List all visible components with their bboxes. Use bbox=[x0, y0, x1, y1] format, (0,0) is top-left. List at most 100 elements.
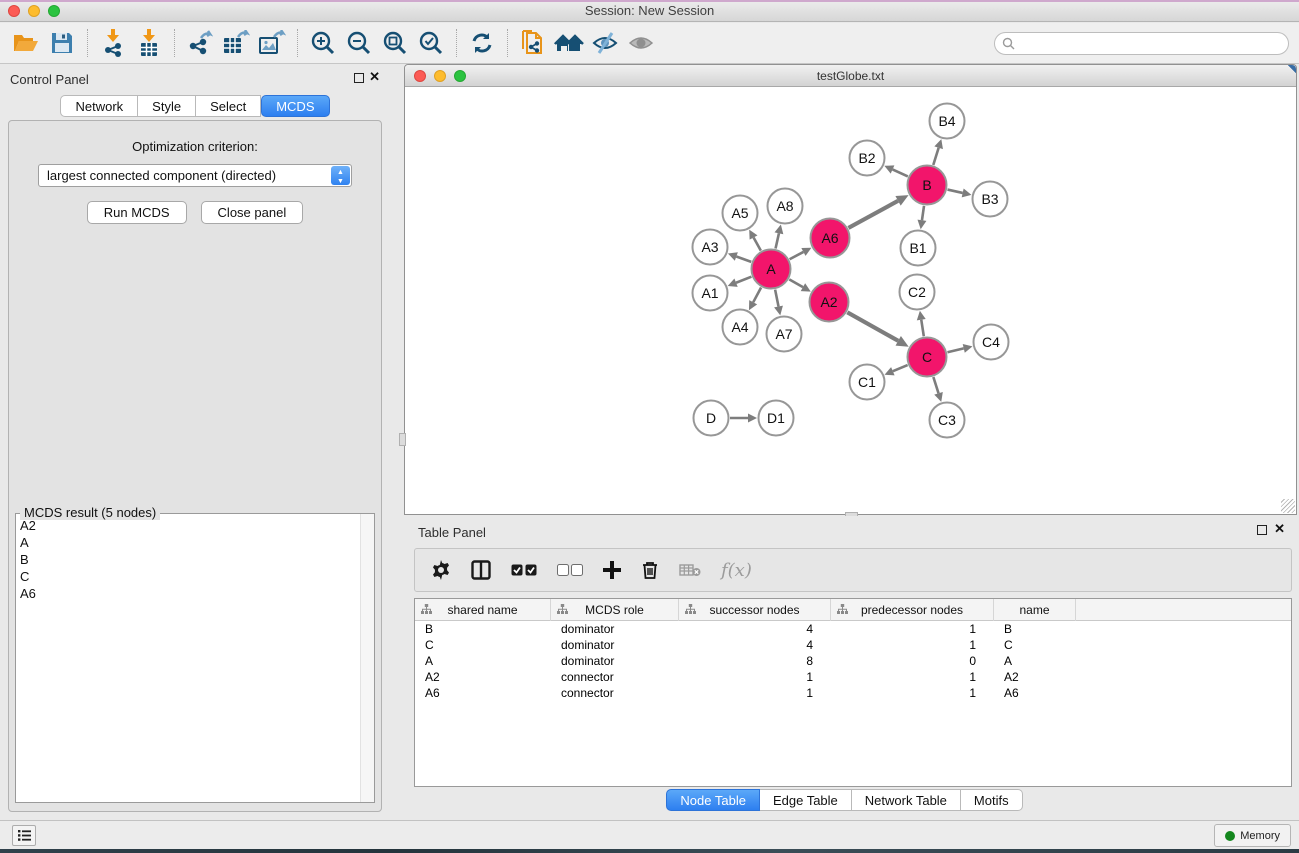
tab-mcds[interactable]: MCDS bbox=[261, 95, 329, 117]
mcds-result-item[interactable]: A6 bbox=[16, 585, 360, 602]
search-icon bbox=[1002, 37, 1015, 50]
graph-edge[interactable] bbox=[789, 279, 803, 287]
memory-button[interactable]: Memory bbox=[1214, 824, 1291, 847]
graph-edge[interactable] bbox=[893, 365, 908, 371]
graph-edge[interactable] bbox=[947, 348, 963, 352]
export-network-icon[interactable] bbox=[182, 26, 218, 60]
function-builder-icon[interactable]: f(x) bbox=[721, 555, 752, 585]
export-image-icon[interactable] bbox=[254, 26, 290, 60]
tab-select[interactable]: Select bbox=[196, 95, 261, 117]
close-panel-button[interactable]: Close panel bbox=[201, 201, 304, 224]
mcds-result-item[interactable]: B bbox=[16, 551, 360, 568]
delete-table-icon[interactable] bbox=[679, 555, 701, 585]
tab-network[interactable]: Network bbox=[60, 95, 138, 117]
graph-edge[interactable] bbox=[775, 290, 778, 307]
network-file-icon[interactable] bbox=[515, 26, 551, 60]
import-network-icon[interactable] bbox=[95, 26, 131, 60]
zoom-out-icon[interactable] bbox=[341, 26, 377, 60]
float-panel-icon[interactable] bbox=[1257, 525, 1267, 535]
tab-edge-table[interactable]: Edge Table bbox=[760, 789, 852, 811]
close-panel-icon[interactable]: ✕ bbox=[369, 69, 380, 85]
run-mcds-button[interactable]: Run MCDS bbox=[87, 201, 187, 224]
graph-edge-arrowhead bbox=[934, 139, 943, 149]
tab-node-table[interactable]: Node Table bbox=[666, 789, 760, 811]
table-cell: 8 bbox=[679, 653, 813, 669]
zoom-selected-icon[interactable] bbox=[413, 26, 449, 60]
graph-edge[interactable] bbox=[933, 377, 938, 393]
graph-edge[interactable] bbox=[776, 233, 779, 248]
graph-edge[interactable] bbox=[893, 169, 908, 176]
float-panel-icon[interactable] bbox=[354, 73, 364, 83]
graph-edge[interactable] bbox=[753, 288, 761, 303]
table-cell: dominator bbox=[561, 653, 614, 669]
graph-edge[interactable] bbox=[922, 206, 924, 220]
table-cell: connector bbox=[561, 685, 614, 701]
table-panel-title: Table Panel bbox=[418, 525, 486, 540]
column-header-MCDS-role[interactable]: MCDS role bbox=[551, 599, 679, 621]
optimization-criterion-label: Optimization criterion: bbox=[9, 139, 381, 154]
column-header-predecessor-nodes[interactable]: predecessor nodes bbox=[831, 599, 994, 621]
search-input[interactable] bbox=[1015, 35, 1288, 53]
criterion-dropdown[interactable]: largest connected component (directed) ▲… bbox=[38, 164, 352, 187]
table-row[interactable]: Cdominator41C bbox=[415, 637, 1291, 653]
graph-edge[interactable] bbox=[848, 201, 898, 228]
table-row[interactable]: A6connector11A6 bbox=[415, 685, 1291, 701]
graph-edge[interactable] bbox=[736, 256, 751, 261]
graph-node-label: B1 bbox=[909, 240, 926, 256]
graph-node-label: B2 bbox=[858, 150, 875, 166]
delete-column-icon[interactable] bbox=[641, 555, 659, 585]
table-row[interactable]: A2connector11A2 bbox=[415, 669, 1291, 685]
search-field[interactable] bbox=[994, 32, 1289, 55]
table-cell: A2 bbox=[1004, 669, 1019, 685]
add-column-icon[interactable] bbox=[603, 555, 621, 585]
refresh-icon[interactable] bbox=[464, 26, 500, 60]
show-details-icon[interactable] bbox=[623, 26, 659, 60]
export-table-icon[interactable] bbox=[218, 26, 254, 60]
tab-motifs[interactable]: Motifs bbox=[961, 789, 1023, 811]
column-header-name[interactable]: name bbox=[994, 599, 1076, 621]
zoom-in-icon[interactable] bbox=[305, 26, 341, 60]
mcds-result-scrollbar[interactable] bbox=[360, 514, 374, 802]
graph-edge[interactable] bbox=[947, 190, 962, 193]
column-header-successor-nodes[interactable]: successor nodes bbox=[679, 599, 831, 621]
vertical-splitter-handle[interactable] bbox=[399, 433, 406, 446]
column-visibility-icon[interactable] bbox=[471, 555, 491, 585]
table-row[interactable]: Bdominator41B bbox=[415, 621, 1291, 637]
home-icon[interactable] bbox=[551, 26, 587, 60]
mcds-result-list[interactable]: A2ABCA6 bbox=[16, 517, 360, 802]
hide-details-icon[interactable] bbox=[587, 26, 623, 60]
network-canvas[interactable]: B4B2BB3A8A5A6A3B1AC2A1A2A4A7C4CC1C3DD1 bbox=[405, 88, 1296, 514]
resize-grip-icon[interactable] bbox=[1281, 499, 1295, 513]
network-graph[interactable]: B4B2BB3A8A5A6A3B1AC2A1A2A4A7C4CC1C3DD1 bbox=[405, 88, 1296, 514]
network-window-titlebar[interactable]: testGlobe.txt bbox=[405, 65, 1296, 87]
save-session-icon[interactable] bbox=[44, 26, 80, 60]
graph-edge[interactable] bbox=[790, 252, 804, 259]
mcds-result-item[interactable]: A bbox=[16, 534, 360, 551]
open-file-icon[interactable] bbox=[8, 26, 44, 60]
table-cell: C bbox=[425, 637, 434, 653]
settings-gear-icon[interactable] bbox=[431, 555, 451, 585]
zoom-fit-icon[interactable] bbox=[377, 26, 413, 60]
graph-edge[interactable] bbox=[933, 148, 938, 165]
application-window: Session: New Session bbox=[0, 0, 1299, 853]
graph-node-label: A5 bbox=[731, 205, 748, 221]
mcds-result-item[interactable]: A2 bbox=[16, 517, 360, 534]
graph-edge[interactable] bbox=[754, 237, 761, 250]
mcds-result-item[interactable]: C bbox=[16, 568, 360, 585]
import-table-icon[interactable] bbox=[131, 26, 167, 60]
select-all-checkbox-icon[interactable] bbox=[511, 555, 537, 585]
graph-node-label: A4 bbox=[731, 319, 748, 335]
close-panel-icon[interactable]: ✕ bbox=[1274, 521, 1285, 537]
column-header-shared-name[interactable]: shared name bbox=[415, 599, 551, 621]
deselect-all-checkbox-icon[interactable] bbox=[557, 555, 583, 585]
graph-edge[interactable] bbox=[847, 312, 898, 341]
status-bar: Memory bbox=[0, 820, 1299, 849]
graph-edge[interactable] bbox=[736, 277, 751, 283]
show-panels-icon[interactable] bbox=[12, 825, 36, 846]
graph-node-label: A6 bbox=[821, 230, 838, 246]
tab-network-table[interactable]: Network Table bbox=[852, 789, 961, 811]
table-header-row[interactable]: shared nameMCDS rolesuccessor nodesprede… bbox=[415, 599, 1291, 621]
table-row[interactable]: Adominator80A bbox=[415, 653, 1291, 669]
tab-style[interactable]: Style bbox=[138, 95, 196, 117]
graph-edge[interactable] bbox=[921, 320, 924, 337]
